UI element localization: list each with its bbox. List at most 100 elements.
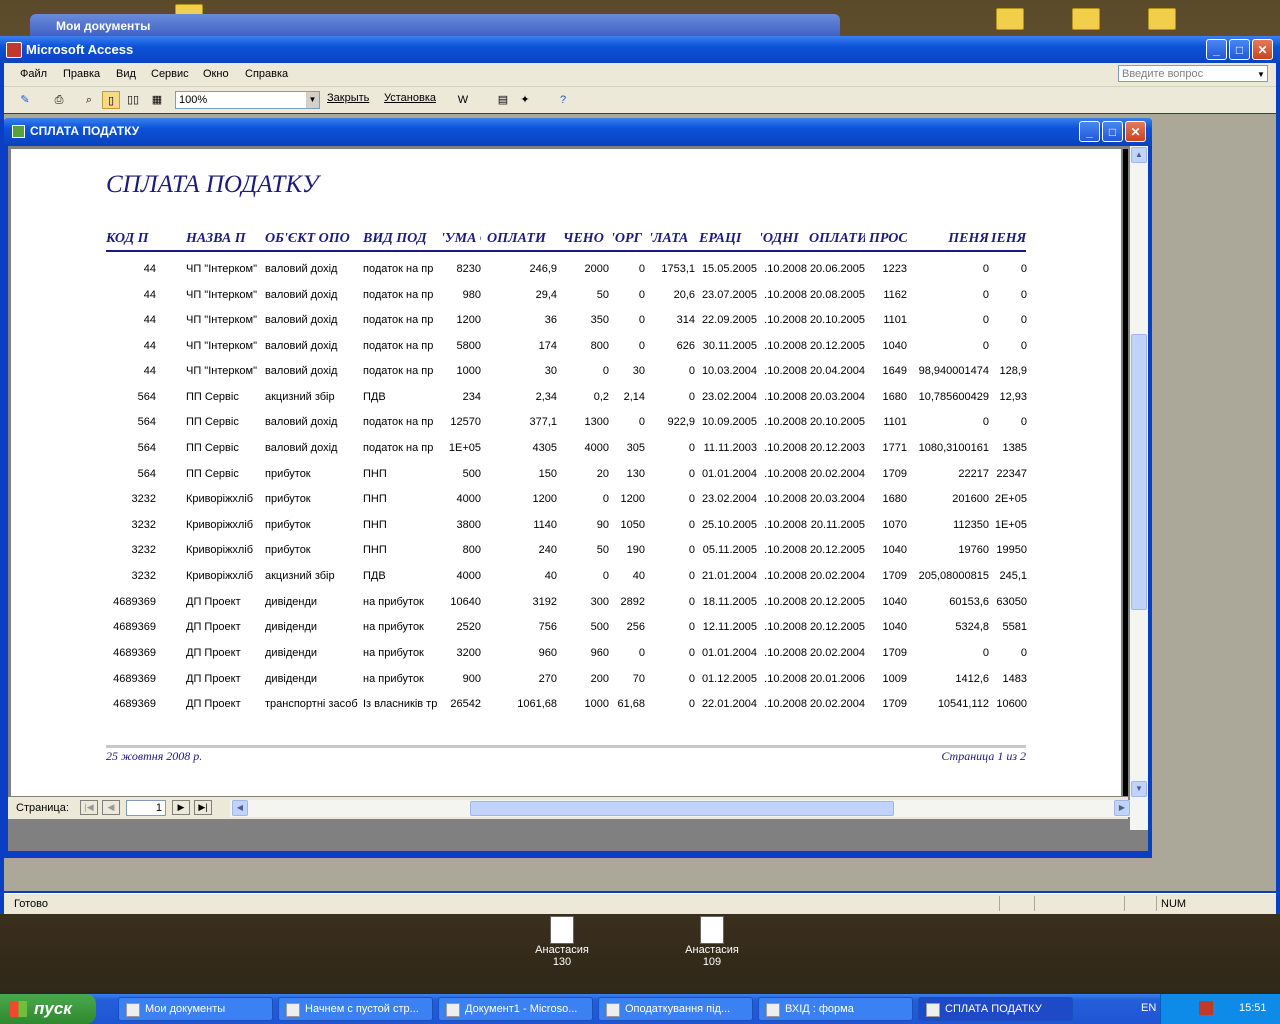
start-label: пуск xyxy=(34,999,72,1018)
table-cell: 0 xyxy=(982,340,989,352)
table-cell: 2,34 xyxy=(535,391,557,403)
table-cell: акцизний збір xyxy=(265,391,335,403)
menu-tools[interactable]: Сервис xyxy=(151,68,189,80)
table-cell: 1080,3100161 xyxy=(918,442,989,454)
scroll-down-button[interactable]: ▼ xyxy=(1131,781,1147,797)
task-my-documents[interactable]: Мои документы xyxy=(118,997,273,1021)
table-cell: 50 xyxy=(596,289,609,301)
task-word[interactable]: Документ1 - Microso... xyxy=(438,997,593,1021)
menu-window[interactable]: Окно xyxy=(203,68,229,80)
table-cell: .10.2008 xyxy=(764,544,807,556)
new-object-icon[interactable]: ✦ xyxy=(516,91,534,109)
office-links-icon[interactable]: W xyxy=(454,91,472,109)
scroll-thumb[interactable] xyxy=(470,801,894,816)
report-close-button[interactable]: ✕ xyxy=(1125,121,1146,142)
zoom-icon[interactable]: ⌕ xyxy=(80,91,98,109)
chevron-down-icon[interactable]: ▼ xyxy=(306,92,319,108)
table-cell: 20.04.2004 xyxy=(809,365,865,377)
task-publisher[interactable]: Начнем с пустой стр... xyxy=(278,997,433,1021)
access-icon xyxy=(606,1003,620,1017)
close-preview-button[interactable]: Закрыть xyxy=(327,92,369,104)
table-cell: 256 xyxy=(626,621,645,633)
report-heading: СПЛАТА ПОДАТКУ xyxy=(106,171,319,198)
table-cell: 2892 xyxy=(620,596,645,608)
task-access-db[interactable]: Оподаткування під... xyxy=(598,997,753,1021)
ask-question-box[interactable]: Введите вопрос ▼ xyxy=(1118,65,1268,82)
database-window-icon[interactable]: ▤ xyxy=(494,91,512,109)
table-cell: 1040 xyxy=(882,544,907,556)
task-report[interactable]: СПЛАТА ПОДАТКУ xyxy=(918,997,1073,1021)
table-cell: .10.2008 xyxy=(764,647,807,659)
table-cell: 756 xyxy=(538,621,557,633)
table-cell: 960 xyxy=(538,647,557,659)
publisher-icon xyxy=(286,1003,300,1017)
scroll-up-button[interactable]: ▲ xyxy=(1131,147,1147,163)
chevron-down-icon[interactable]: ▼ xyxy=(1255,66,1267,81)
print-icon[interactable]: ⎙ xyxy=(50,91,68,109)
table-cell: 0,2 xyxy=(593,391,609,403)
next-page-button[interactable]: ▶ xyxy=(172,800,190,815)
prev-page-button[interactable]: ◀ xyxy=(102,800,120,815)
task-label: Оподаткування під... xyxy=(625,1003,731,1015)
one-page-icon[interactable]: ▯ xyxy=(102,91,120,109)
table-cell: 1061,68 xyxy=(517,698,557,710)
zoom-select[interactable]: 100% ▼ xyxy=(175,91,320,109)
table-cell: 20.12.2005 xyxy=(809,544,865,556)
table-cell: 21.01.2004 xyxy=(701,570,757,582)
table-cell: 1009 xyxy=(882,673,907,685)
table-cell: 20.03.2004 xyxy=(809,493,865,505)
table-cell: 564 xyxy=(137,442,156,454)
two-pages-icon[interactable]: ▯▯ xyxy=(124,91,142,109)
table-cell: ЧП "Інтерком" xyxy=(186,314,258,326)
table-cell: 1200 xyxy=(456,314,481,326)
vertical-scrollbar[interactable]: ▲ ▼ xyxy=(1130,146,1148,830)
table-cell: 3232 xyxy=(131,544,156,556)
report-minimize-button[interactable]: _ xyxy=(1079,121,1100,142)
table-cell: 30 xyxy=(544,365,557,377)
report-title-bar[interactable]: СПЛАТА ПОДАТКУ _ □ ✕ xyxy=(4,118,1152,145)
table-cell: 800 xyxy=(462,544,481,556)
access-title-bar[interactable]: Microsoft Access _ □ ✕ xyxy=(0,36,1280,63)
page-number-input[interactable]: 1 xyxy=(126,800,166,816)
help-icon[interactable]: ? xyxy=(554,91,572,109)
horizontal-scrollbar[interactable]: ◀ ▶ xyxy=(230,800,1130,817)
folder-icon[interactable] xyxy=(1072,8,1100,30)
table-cell: податок на пр xyxy=(363,442,434,454)
language-indicator[interactable]: EN xyxy=(1141,1002,1156,1014)
antivirus-icon[interactable] xyxy=(1199,1001,1213,1015)
menu-edit[interactable]: Правка xyxy=(63,68,100,80)
desktop-icon-image-2[interactable]: Анастасия 109 xyxy=(667,916,757,968)
desktop-icon-label: 130 xyxy=(552,956,572,968)
page-setup-button[interactable]: Установка xyxy=(384,92,436,104)
table-cell: .10.2008 xyxy=(764,263,807,275)
last-page-button[interactable]: ▶| xyxy=(194,800,212,815)
table-cell: 22217 xyxy=(958,468,989,480)
table-cell: 10.03.2004 xyxy=(701,365,757,377)
multiple-pages-icon[interactable]: ▦ xyxy=(148,91,166,109)
report-maximize-button[interactable]: □ xyxy=(1102,121,1123,142)
first-page-button[interactable]: |◀ xyxy=(80,800,98,815)
task-form[interactable]: ВХІД : форма xyxy=(758,997,913,1021)
menu-help[interactable]: Справка xyxy=(245,68,288,80)
background-window[interactable]: Мои документы xyxy=(30,14,840,38)
close-button[interactable]: ✕ xyxy=(1252,39,1273,60)
start-button[interactable]: пуск xyxy=(0,994,96,1024)
menu-view[interactable]: Вид xyxy=(116,68,136,80)
folder-icon[interactable] xyxy=(996,8,1024,30)
table-cell: .10.2008 xyxy=(764,468,807,480)
design-view-icon[interactable]: ✎ xyxy=(16,91,34,109)
table-cell: 4689369 xyxy=(113,698,156,710)
table-cell: 0 xyxy=(638,289,645,301)
scroll-right-button[interactable]: ▶ xyxy=(1114,800,1130,816)
page-label: Страница: xyxy=(16,802,69,814)
table-cell: валовий дохід xyxy=(265,340,338,352)
menu-file[interactable]: Файл xyxy=(20,68,47,80)
folder-icon[interactable] xyxy=(1148,8,1176,30)
minimize-button[interactable]: _ xyxy=(1206,39,1227,60)
maximize-button[interactable]: □ xyxy=(1229,39,1250,60)
table-cell: валовий дохід xyxy=(265,416,338,428)
report-icon xyxy=(926,1003,940,1017)
desktop-icon-image-1[interactable]: Анастасия 130 xyxy=(517,916,607,968)
scroll-thumb[interactable] xyxy=(1131,334,1147,610)
scroll-left-button[interactable]: ◀ xyxy=(232,800,248,816)
